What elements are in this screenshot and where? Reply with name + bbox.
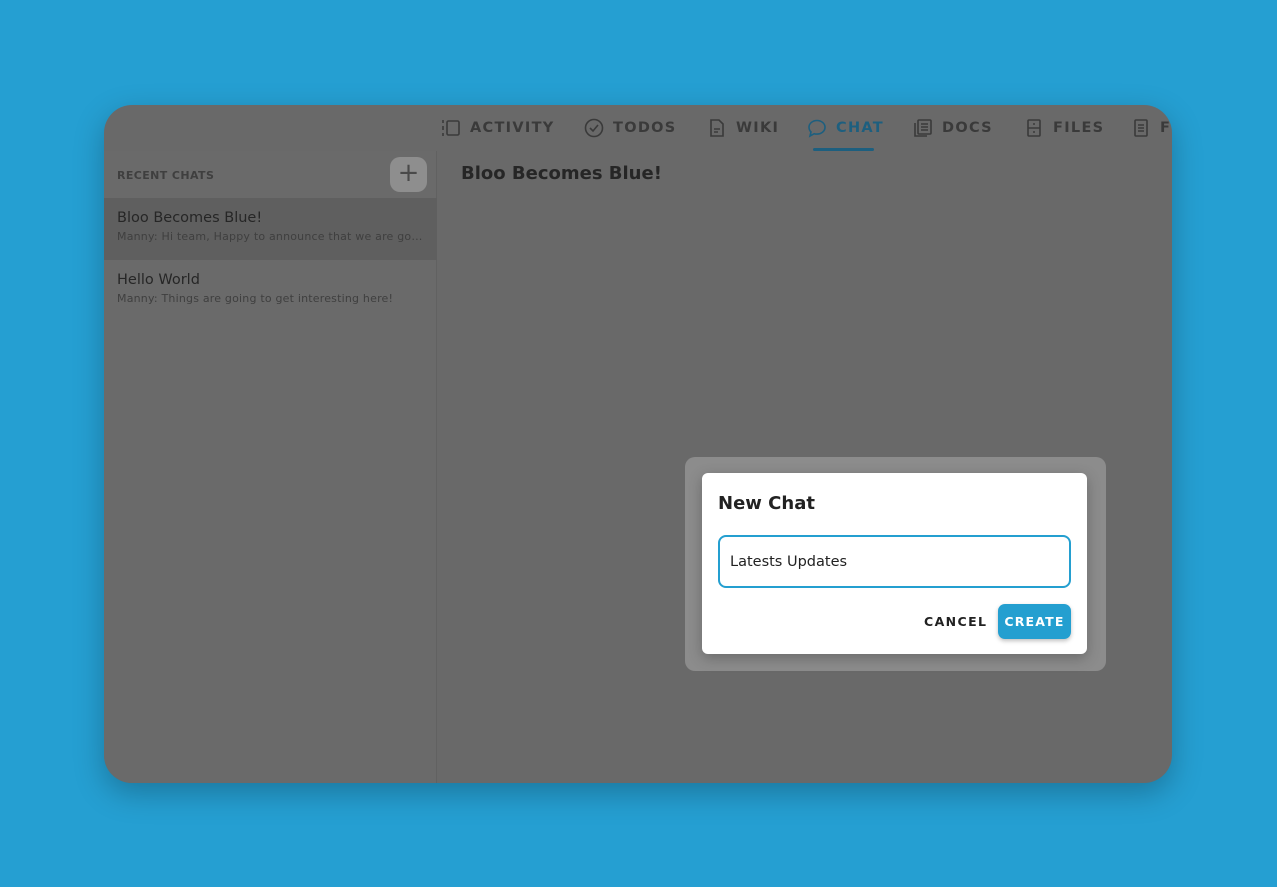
tab-activity[interactable]: ACTIVITY [441, 117, 555, 139]
cancel-button[interactable]: CANCEL [916, 604, 995, 639]
document-icon [710, 119, 724, 137]
tab-label: TODOS [613, 120, 677, 136]
tab-label: CHAT [836, 120, 884, 136]
chat-title: Hello World [117, 272, 200, 288]
chat-list-item[interactable]: Hello World Manny: Things are going to g… [104, 260, 437, 322]
chat-title: Bloo Becomes Blue! [117, 210, 263, 226]
tab-label: WIKI [736, 120, 780, 136]
active-tab-indicator [813, 148, 874, 151]
tab-bar: ACTIVITY TODOS WIKI CHAT DOCS FILES F [104, 105, 1172, 151]
tab-wiki[interactable]: WIKI [707, 117, 779, 139]
activity-icon [442, 120, 460, 136]
chat-preview: Manny: Things are going to get interesti… [117, 292, 394, 305]
chat-bubble-icon [808, 119, 826, 138]
chat-preview: Manny: Hi team, Happy to announce that w… [117, 230, 424, 243]
file-cabinet-icon [1027, 119, 1041, 137]
chat-list-item[interactable]: Bloo Becomes Blue! Manny: Hi team, Happy… [104, 198, 437, 260]
chat-header-title: Bloo Becomes Blue! [461, 163, 662, 184]
sidebar-heading: RECENT CHATS [117, 169, 215, 182]
tab-label: FILES [1053, 120, 1105, 136]
tab-label: DOCS [942, 120, 993, 136]
tab-chat[interactable]: CHAT [807, 117, 884, 139]
app-window: ACTIVITY TODOS WIKI CHAT DOCS FILES F RE… [104, 105, 1172, 783]
tab-forms[interactable]: F [1131, 117, 1171, 139]
form-icon [1134, 119, 1148, 137]
tab-files[interactable]: FILES [1024, 117, 1104, 139]
tab-docs[interactable]: DOCS [913, 117, 993, 139]
create-button[interactable]: CREATE [998, 604, 1071, 639]
check-circle-icon [584, 118, 604, 138]
new-chat-button[interactable]: + [390, 157, 427, 192]
docs-icon [914, 119, 932, 137]
new-chat-dialog: New Chat CANCEL CREATE [702, 473, 1087, 654]
tab-label: F [1160, 120, 1172, 136]
tab-todos[interactable]: TODOS [584, 117, 677, 139]
dialog-title: New Chat [718, 493, 815, 514]
chat-name-input[interactable] [718, 535, 1071, 588]
tab-label: ACTIVITY [470, 120, 555, 136]
sidebar: RECENT CHATS + Bloo Becomes Blue! Manny:… [104, 151, 437, 783]
